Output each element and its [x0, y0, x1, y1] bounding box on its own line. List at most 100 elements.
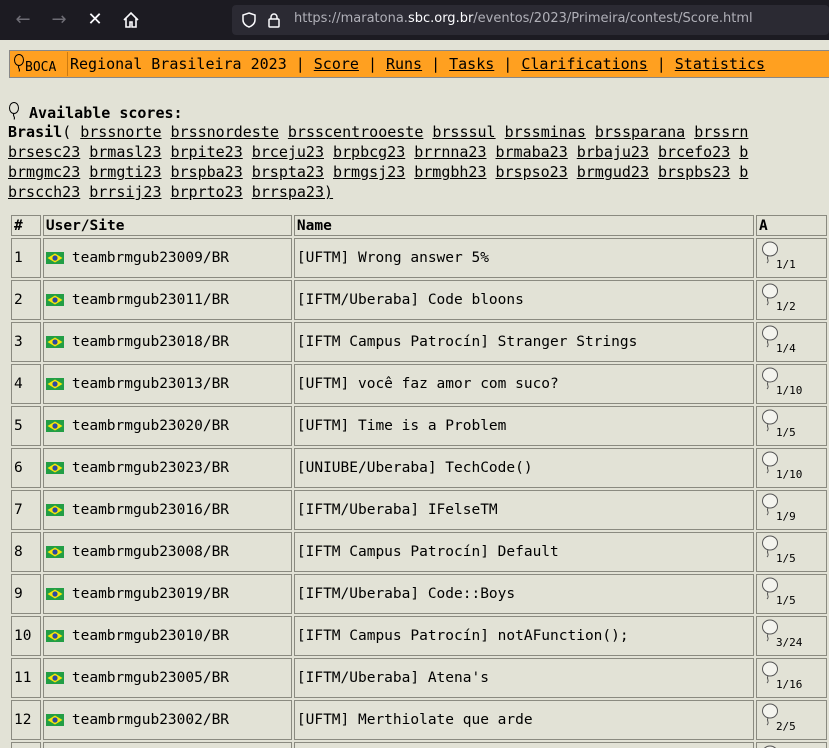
problem-a-attempts: 1/1 — [775, 258, 796, 271]
shield-icon[interactable] — [241, 12, 257, 28]
url-text[interactable]: https://maratona.sbc.org.br/eventos/2023… — [294, 11, 753, 26]
row-user-site: teambrmgub23013/BR — [42, 364, 292, 404]
row-problem-a: 2/5 — [755, 700, 827, 740]
header-user-site: User/Site — [42, 215, 292, 236]
score-link-brssrn[interactable]: brssrn — [694, 123, 748, 141]
row-problem-a: 3/24 — [755, 616, 827, 656]
score-link-brssnorte[interactable]: brssnorte — [80, 123, 161, 141]
boca-logo[interactable]: BOCA — [11, 52, 68, 76]
score-link-brpbcg23[interactable]: brpbcg23 — [333, 143, 405, 161]
row-team-name: [UNIUBE/Uberaba] TechCode() — [293, 448, 754, 488]
score-link-brbaju23[interactable]: brbaju23 — [577, 143, 649, 161]
score-link-brscch23[interactable]: brscch23 — [8, 183, 80, 201]
score-link-brspbs23[interactable]: brspbs23 — [658, 163, 730, 181]
stop-icon[interactable]: ✕ — [84, 9, 106, 31]
score-link-brmgud23[interactable]: brmgud23 — [577, 163, 649, 181]
home-icon[interactable] — [120, 9, 142, 31]
problem-a-attempts: 1/5 — [775, 552, 796, 565]
row-problem-a: 1/2 — [755, 280, 827, 320]
score-link-brspso23[interactable]: brspso23 — [496, 163, 568, 181]
row-user-site: teambrmgub23002/BR — [42, 700, 292, 740]
problem-a-balloon: 1/1 — [759, 239, 824, 277]
row-user-text: teambrmgub23020/BR — [71, 418, 230, 434]
score-link-b[interactable]: b — [739, 163, 748, 181]
row-rank: 8 — [11, 532, 41, 572]
problem-a-attempts: 2/5 — [775, 720, 796, 733]
brazil-flag-icon — [45, 252, 64, 264]
balloon-icon — [14, 54, 24, 72]
score-link-brrspa23[interactable]: brrspa23) — [252, 183, 342, 201]
problem-a-balloon: 1/10 — [759, 365, 824, 403]
row-problem-a: 1/5 — [755, 406, 827, 446]
brazil-flag-icon — [45, 462, 64, 474]
back-icon[interactable]: ← — [12, 9, 34, 31]
score-link-brssnordeste[interactable]: brssnordeste — [171, 123, 279, 141]
problem-a-attempts: 1/16 — [775, 678, 803, 691]
brazil-flag-icon — [45, 336, 64, 348]
problem-a-attempts: 1/10 — [775, 468, 803, 481]
score-link-brprto23[interactable]: brprto23 — [171, 183, 243, 201]
score-link-brcefo23[interactable]: brcefo23 — [658, 143, 730, 161]
menu-clarifications[interactable]: Clarifications — [521, 55, 647, 73]
problem-a-balloon: 2/5 — [759, 701, 824, 739]
table-row: 6 teambrmgub23023/BR [UNIUBE/Uberaba] Tech… — [11, 448, 827, 488]
score-link-brrsij23[interactable]: brrsij23 — [89, 183, 161, 201]
lock-icon[interactable] — [266, 12, 282, 28]
score-link-brmgsj23[interactable]: brmgsj23 — [333, 163, 405, 181]
table-row: 12 teambrmgub23002/BR [UFTM] Merthiolate q… — [11, 700, 827, 740]
problem-a-balloon: 1/9 — [759, 491, 824, 529]
brazil-flag-icon — [45, 672, 64, 684]
row-problem-a: 1/1 — [755, 238, 827, 278]
row-user-text: teambrmgub23023/BR — [71, 460, 230, 476]
problem-a-balloon: 1/5 — [759, 533, 824, 571]
score-links-line: Brasil( brssnorte brssnordeste brsscentroo… — [8, 122, 757, 142]
brazil-flag-icon — [45, 294, 64, 306]
address-bar[interactable]: https://maratona.sbc.org.br/eventos/2023… — [232, 5, 829, 35]
problem-a-attempts: 1/9 — [775, 510, 796, 523]
table-row: 11 teambrmgub23005/BR [IFTM/Uberaba] Atena… — [11, 658, 827, 698]
score-link-brmaba23[interactable]: brmaba23 — [496, 143, 568, 161]
score-link-brceju23[interactable]: brceju23 — [252, 143, 324, 161]
score-link-brsssul[interactable]: brsssul — [432, 123, 495, 141]
row-user-site: teambrmgub23020/BR — [42, 406, 292, 446]
score-link-brssparana[interactable]: brssparana — [595, 123, 685, 141]
score-link-brmgbh23[interactable]: brmgbh23 — [414, 163, 486, 181]
score-link-brmgti23[interactable]: brmgti23 — [89, 163, 161, 181]
row-user-text: teambrmgub23016/BR — [71, 502, 230, 518]
problem-a-balloon: 3/24 — [759, 617, 824, 655]
brazil-flag-icon — [45, 714, 64, 726]
row-user-text: teambrmgub23013/BR — [71, 376, 230, 392]
row-rank — [11, 742, 41, 748]
problem-a-attempts: 1/5 — [775, 426, 796, 439]
score-link-brsscentrooeste[interactable]: brsscentrooeste — [288, 123, 423, 141]
header-rank: # — [11, 215, 41, 236]
score-link-brpite23[interactable]: brpite23 — [171, 143, 243, 161]
score-link-brspta23[interactable]: brspta23 — [252, 163, 324, 181]
row-team-name: [IFTM Campus Patrocín] Default — [293, 532, 754, 572]
score-link-b[interactable]: b — [739, 143, 748, 161]
row-team-name: [IFTM Campus Patrocín] notAFunction(); — [293, 616, 754, 656]
table-row: 3 teambrmgub23018/BR [IFTM Campus Patrocín… — [11, 322, 827, 362]
row-team-name: [UFTM] Merthiolate que arde — [293, 700, 754, 740]
score-link-brmgmc23[interactable]: brmgmc23 — [8, 163, 80, 181]
row-problem-a: 1/10 — [755, 448, 827, 488]
row-problem-a: 1/10 — [755, 364, 827, 404]
row-user-site: teambrmgub23019/BR — [42, 574, 292, 614]
menu-runs[interactable]: Runs — [386, 55, 422, 73]
row-user-text: teambrmgub23005/BR — [71, 670, 230, 686]
table-header-row: # User/Site Name A — [11, 215, 827, 236]
score-link-brspba23[interactable]: brspba23 — [171, 163, 243, 181]
score-link-brsesc23[interactable]: brsesc23 — [8, 143, 80, 161]
open-paren: ( — [62, 123, 81, 141]
menu-statistics[interactable]: Statistics — [675, 55, 765, 73]
menu-score[interactable]: Score — [314, 55, 359, 73]
forward-icon[interactable]: → — [48, 9, 70, 31]
score-link-brrnna23[interactable]: brrnna23 — [414, 143, 486, 161]
score-link-brmasl23[interactable]: brmasl23 — [89, 143, 161, 161]
row-user-text: teambrmgub23018/BR — [71, 334, 230, 350]
row-team-name: [IFTM/Uberaba] Code bloons — [293, 280, 754, 320]
score-link-brssminas[interactable]: brssminas — [505, 123, 586, 141]
menu-tasks[interactable]: Tasks — [449, 55, 494, 73]
row-team-name: [UFTM] Wrong answer 5% — [293, 238, 754, 278]
menu-bar: BOCA Regional Brasileira 2023 | Score | Runs… — [9, 50, 829, 78]
